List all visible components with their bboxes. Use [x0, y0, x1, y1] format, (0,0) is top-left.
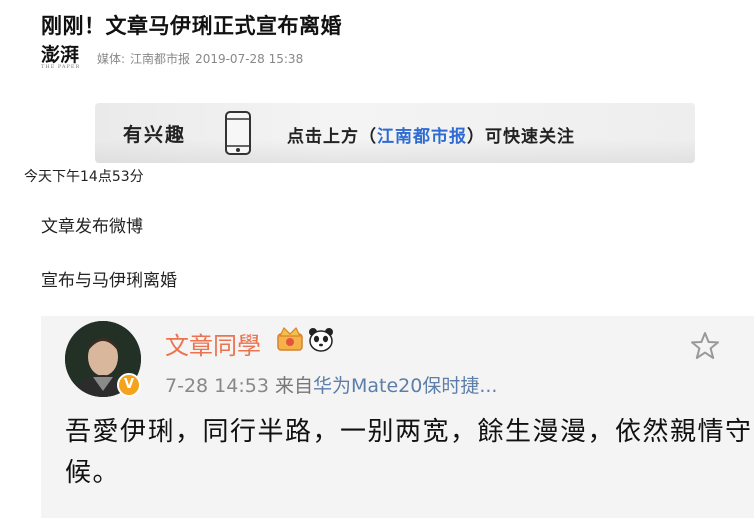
publish-time: 2019-07-28 15:38: [195, 51, 304, 66]
source-logo: 澎湃 THE PAPER: [41, 44, 81, 70]
follow-interest-text: 有兴趣: [123, 124, 187, 146]
post-device[interactable]: 华为Mate20保时捷...: [313, 375, 497, 397]
follow-suffix: ）可快速关注: [467, 127, 575, 147]
crown-icon: [276, 326, 304, 356]
follow-brand-link[interactable]: 江南都市报: [377, 127, 467, 147]
post-content: 吾愛伊琍，同行半路，一别两宽，餘生漫漫，依然親情守候。: [65, 417, 753, 488]
source-logo-text: 澎湃: [41, 44, 80, 66]
panda-icon: [307, 326, 335, 356]
follow-instruction: 点击上方（江南都市报）可快速关注: [287, 122, 575, 147]
post-time: 7-28 14:53: [165, 375, 269, 397]
body-paragraph-1: 文章发布微博: [41, 217, 143, 237]
time-note: 今天下午14点53分: [24, 169, 144, 185]
post-via: 来自: [274, 375, 313, 397]
weibo-post-card: V 文章同學 7-28 14:53 来自华为Mate20保时捷... 吾愛伊琍，…: [41, 316, 754, 518]
weibo-username[interactable]: 文章同學: [165, 326, 261, 361]
meta-text: 媒体: 江南都市报 2019-07-28 15:38: [97, 50, 308, 67]
media-label: 媒体:: [97, 51, 126, 66]
body-paragraph-2: 宣布与马伊琍离婚: [41, 271, 177, 291]
phone-icon: [223, 110, 253, 160]
follow-banner[interactable]: 有兴趣 点击上方（江南都市报）可快速关注: [95, 103, 695, 163]
verified-v-icon: V: [117, 373, 141, 397]
follow-prefix: 点击上方（: [287, 127, 377, 147]
post-meta: 7-28 14:53 来自华为Mate20保时捷...: [165, 371, 497, 398]
article-headline: 刚刚！文章马伊琍正式宣布离婚: [41, 14, 342, 38]
media-name[interactable]: 江南都市报: [130, 52, 190, 66]
article-meta: 澎湃 THE PAPER 媒体: 江南都市报 2019-07-28 15:38: [41, 44, 308, 70]
favorite-star-icon[interactable]: [689, 330, 721, 366]
